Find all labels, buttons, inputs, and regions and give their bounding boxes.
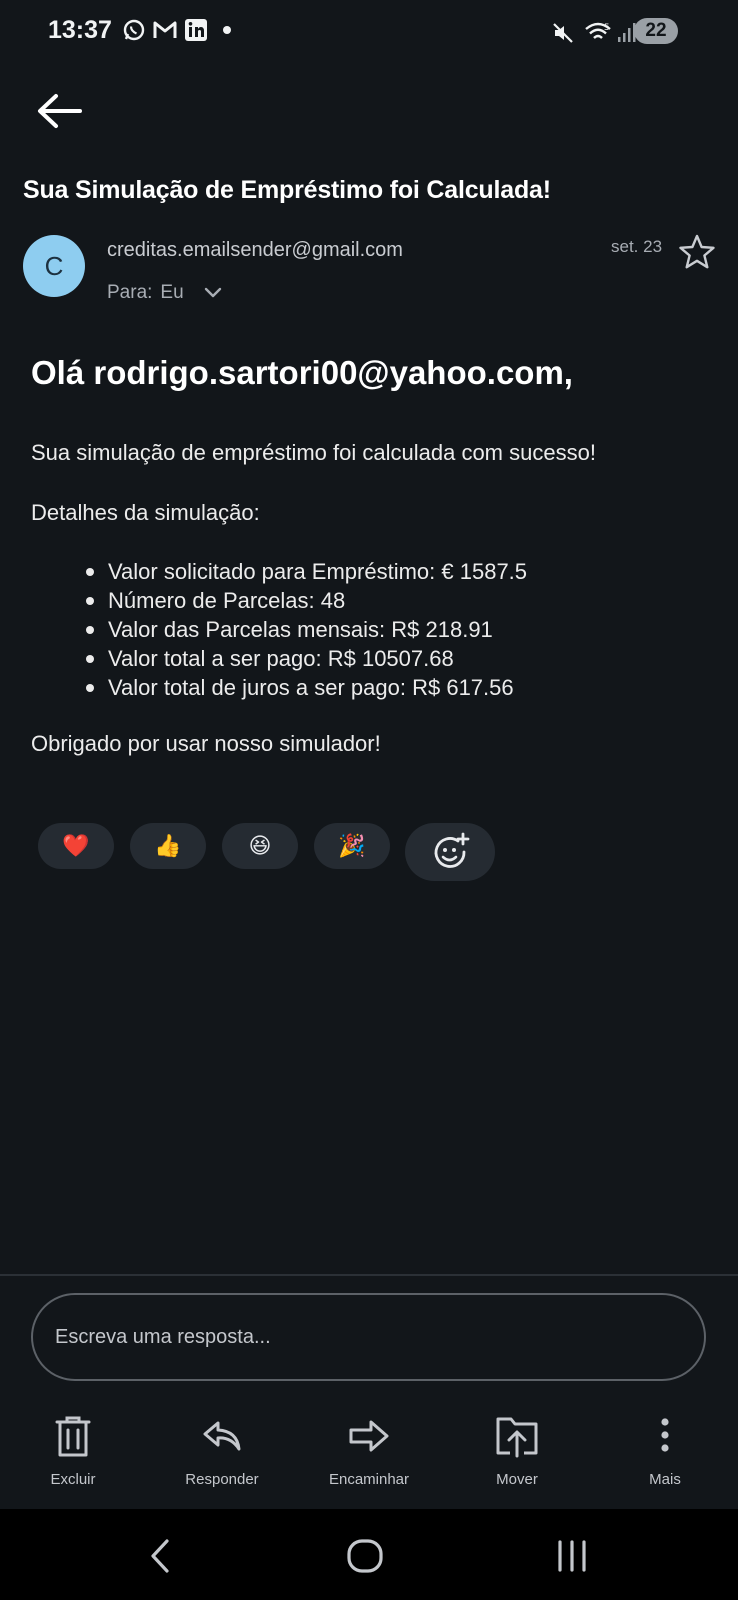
email-intro: Sua simulação de empréstimo foi calculad… <box>31 440 596 465</box>
status-notification-icons <box>122 18 234 42</box>
reaction-heart-button[interactable]: ❤️ <box>38 823 114 869</box>
reaction-laughing-button[interactable]: 😆 <box>222 823 298 869</box>
more-label: Mais <box>649 1471 681 1488</box>
email-subject: Sua Simulação de Empréstimo foi Calculad… <box>23 176 551 204</box>
move-label: Mover <box>496 1471 538 1488</box>
chevron-down-icon <box>204 287 221 298</box>
detail-total-interest: Valor total de juros a ser pago: R$ 617.… <box>86 673 527 702</box>
detail-installments: Número de Parcelas: 48 <box>86 586 527 615</box>
forward-arrow-icon <box>349 1420 389 1452</box>
recipient-details-toggle[interactable]: Para: Eu <box>107 282 224 304</box>
email-date: set. 23 <box>611 237 663 256</box>
detail-monthly-payment: Valor das Parcelas mensais: R$ 218.91 <box>86 615 527 644</box>
reaction-thumbs-up-button[interactable]: 👍 <box>130 823 206 869</box>
laughing-face-icon: 😆 <box>248 833 272 858</box>
move-to-folder-icon <box>496 1417 538 1458</box>
thumbs-up-icon: 👍 <box>154 833 182 858</box>
star-icon[interactable] <box>678 233 716 271</box>
nav-back-button[interactable] <box>130 1530 190 1582</box>
heart-icon: ❤️ <box>62 833 90 858</box>
wifi-icon: 5 <box>585 22 611 39</box>
delete-label: Excluir <box>50 1471 96 1488</box>
divider <box>0 1274 738 1276</box>
details-heading: Detalhes da simulação: <box>31 500 260 525</box>
recipient-label: Para: <box>107 282 153 303</box>
nav-home-icon <box>347 1539 383 1573</box>
trash-icon <box>55 1416 91 1457</box>
more-vertical-icon <box>661 1418 669 1452</box>
battery-icon: 22 <box>634 18 678 44</box>
nav-back-icon <box>151 1539 169 1573</box>
reply-placeholder: Escreva uma resposta... <box>55 1325 271 1348</box>
reply-icon <box>203 1421 241 1451</box>
battery-level: 22 <box>645 20 667 41</box>
status-time: 13:37 <box>48 16 112 44</box>
move-button[interactable]: Mover <box>452 1413 582 1488</box>
forward-button[interactable]: Encaminhar <box>304 1413 434 1488</box>
detail-loan-amount: Valor solicitado para Empréstimo: € 1587… <box>86 557 527 586</box>
party-popper-icon: 🎉 <box>338 833 366 858</box>
whatsapp-icon <box>123 19 145 41</box>
reply-label: Responder <box>185 1471 259 1488</box>
sender-avatar[interactable]: C <box>23 235 85 297</box>
reaction-party-button[interactable]: 🎉 <box>314 823 390 869</box>
delete-button[interactable]: Excluir <box>8 1413 138 1488</box>
linkedin-icon <box>185 19 207 41</box>
email-greeting: Olá rodrigo.sartori00@yahoo.com, <box>31 354 573 391</box>
svg-text:5: 5 <box>604 23 610 33</box>
add-emoji-icon <box>434 832 470 868</box>
recipient-name: Eu <box>160 282 184 303</box>
forward-label: Encaminhar <box>328 1471 410 1488</box>
details-list: Valor solicitado para Empréstimo: € 1587… <box>86 557 527 702</box>
more-button[interactable]: Mais <box>600 1413 730 1488</box>
sender-email[interactable]: creditas.emailsender@gmail.com <box>107 239 403 262</box>
reply-input[interactable]: Escreva uma resposta... <box>31 1293 706 1381</box>
nav-home-button[interactable] <box>335 1530 395 1582</box>
avatar-letter: C <box>44 250 64 281</box>
mute-icon <box>553 23 573 43</box>
dot-icon <box>223 26 231 34</box>
email-closing: Obrigado por usar nosso simulador! <box>31 731 381 756</box>
gmail-icon <box>153 21 177 38</box>
nav-recents-icon <box>558 1540 586 1572</box>
back-arrow-icon[interactable] <box>34 90 84 132</box>
reply-button[interactable]: Responder <box>157 1413 287 1488</box>
detail-total-payable: Valor total a ser pago: R$ 10507.68 <box>86 644 527 673</box>
add-reaction-button[interactable] <box>405 823 495 881</box>
nav-recents-button[interactable] <box>542 1530 602 1582</box>
